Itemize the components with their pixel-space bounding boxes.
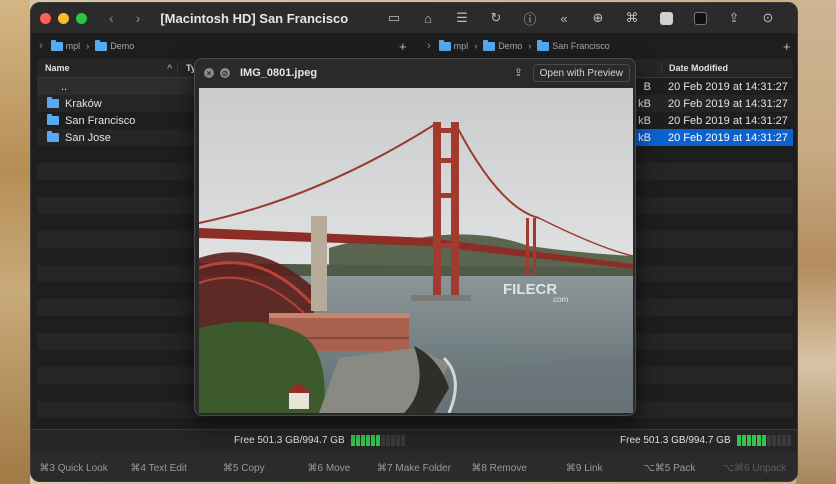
left-free-space: Free 501.3 GB/994.7 GB <box>234 435 405 446</box>
sort-ascending-icon: ^ <box>167 63 173 73</box>
info-icon[interactable]: ⓘ <box>513 3 547 33</box>
download-icon[interactable]: ⊙ <box>751 3 785 33</box>
desktop-wallpaper-right <box>796 0 836 484</box>
right-disk-meter <box>736 435 791 446</box>
quick-look-button[interactable]: ⌘3 Quick Look <box>31 463 116 474</box>
history-navigation: ‹ › <box>109 10 140 26</box>
column-date-header[interactable]: Date Modified <box>661 63 728 73</box>
appearance-light-icon[interactable] <box>649 3 683 33</box>
left-crumb-demo[interactable]: Demo <box>95 39 134 51</box>
folder-icon <box>47 97 59 108</box>
forward-arrow-icon[interactable]: › <box>136 10 141 26</box>
move-button[interactable]: ⌘6 Move <box>286 463 371 474</box>
folder-icon <box>537 39 550 51</box>
network-icon[interactable]: ⌘ <box>615 3 649 33</box>
quick-look-filename: IMG_0801.jpeg <box>240 67 318 79</box>
right-crumb-mpl[interactable]: mpl <box>438 39 468 51</box>
right-free-space: Free 501.3 GB/994.7 GB <box>620 435 791 446</box>
function-key-bar: ⌘3 Quick Look ⌘4 Text Edit ⌘5 Copy ⌘6 Mo… <box>31 453 797 481</box>
window-controls <box>40 12 87 24</box>
folder-icon <box>50 39 63 51</box>
remove-button[interactable]: ⌘8 Remove <box>457 463 542 474</box>
right-path-chevron-icon[interactable]: › <box>427 40 431 52</box>
share-icon[interactable]: ⇪ <box>717 3 751 33</box>
left-disk-meter <box>350 435 405 446</box>
left-new-tab-button[interactable]: + <box>399 33 407 59</box>
folder-icon <box>47 131 59 142</box>
left-crumb-mpl[interactable]: mpl <box>50 39 80 51</box>
left-path-chevron-icon[interactable]: › <box>39 40 43 52</box>
copy-button[interactable]: ⌘5 Copy <box>201 463 286 474</box>
watermark-text: FILECR <box>503 281 557 298</box>
close-window-button[interactable] <box>40 12 51 24</box>
golden-gate-bridge-photo: FILECR .com <box>199 88 633 413</box>
terminal-icon[interactable] <box>683 3 717 33</box>
folder-icon <box>483 39 496 51</box>
make-folder-button[interactable]: ⌘7 Make Folder <box>371 463 456 474</box>
right-crumb-demo[interactable]: Demo <box>483 39 522 51</box>
window-title: [Macintosh HD] San Francisco <box>160 10 349 26</box>
quick-look-close-icon[interactable]: × <box>204 68 214 78</box>
text-edit-button[interactable]: ⌘4 Text Edit <box>116 463 201 474</box>
right-path-bar: › mpl › Demo › San Francisco <box>427 33 616 59</box>
refresh-icon[interactable]: ↻ <box>479 3 513 33</box>
back-arrow-icon[interactable]: ‹ <box>109 10 114 26</box>
globe-icon[interactable]: ⊕ <box>581 3 615 33</box>
watermark-sub: .com <box>551 295 569 304</box>
minimize-window-button[interactable] <box>58 12 69 24</box>
folder-icon <box>47 114 59 125</box>
unpack-button[interactable]: ⌥⌘6 Unpack <box>712 463 797 474</box>
right-crumb-san-francisco[interactable]: San Francisco <box>537 39 610 51</box>
quick-look-fullscreen-icon[interactable]: ⊘ <box>220 68 230 78</box>
zoom-window-button[interactable] <box>76 12 87 24</box>
free-space-bar: Free 501.3 GB/994.7 GB Free 501.3 GB/994… <box>31 429 797 453</box>
home-icon[interactable]: ⌂ <box>411 3 445 33</box>
pack-button[interactable]: ⌥⌘5 Pack <box>627 463 712 474</box>
right-new-tab-button[interactable]: + <box>783 33 791 59</box>
path-separator-icon: › <box>528 41 532 51</box>
display-icon[interactable]: ▭ <box>377 3 411 33</box>
desktop-wallpaper-left <box>0 0 30 484</box>
open-with-preview-button[interactable]: Open with Preview <box>532 64 630 82</box>
title-bar: ‹ › [Macintosh HD] San Francisco ▭ ⌂ ☰ ↻… <box>31 3 797 33</box>
quick-look-panel: × ⊘ IMG_0801.jpeg ⇪ Open with Preview FI… <box>194 58 636 416</box>
list-icon[interactable]: ☰ <box>445 3 479 33</box>
toolbar: ▭ ⌂ ☰ ↻ ⓘ « ⊕ ⌘ ⇪ ⊙ <box>377 3 785 33</box>
rewind-icon[interactable]: « <box>547 3 581 33</box>
column-name-header[interactable]: Name <box>37 63 167 73</box>
folder-icon <box>438 39 451 51</box>
quick-look-header: × ⊘ IMG_0801.jpeg ⇪ Open with Preview <box>195 59 635 87</box>
folder-icon <box>95 39 108 51</box>
share-icon[interactable]: ⇪ <box>514 66 523 79</box>
left-path-bar: › mpl › Demo <box>39 33 140 59</box>
path-separator-icon: › <box>86 41 90 51</box>
link-button[interactable]: ⌘9 Link <box>542 463 627 474</box>
path-separator-icon: › <box>474 41 478 51</box>
